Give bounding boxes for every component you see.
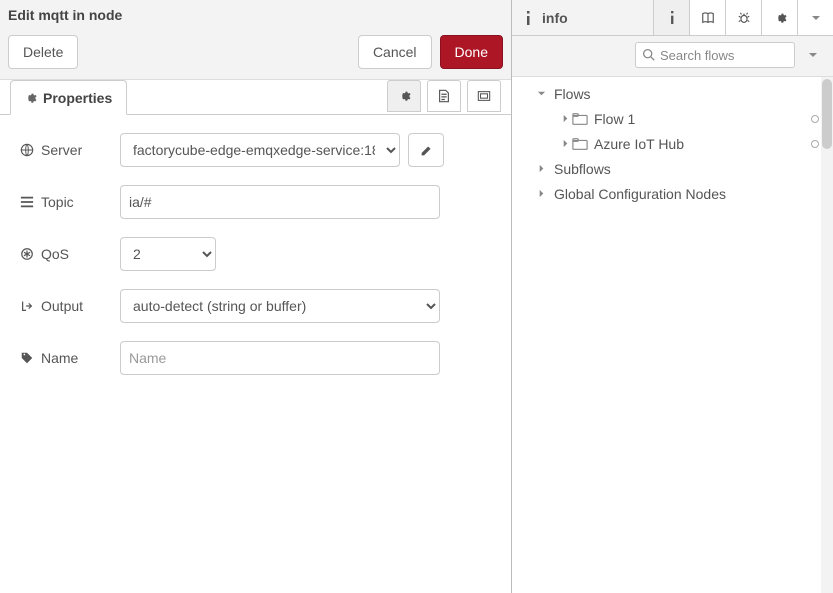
tree-item-label: Flow 1	[594, 111, 811, 127]
sidebar-help-button[interactable]	[689, 0, 725, 35]
caret-right-icon	[534, 164, 548, 173]
search-flows-input[interactable]: Search flows	[635, 42, 795, 68]
qos-select[interactable]: 2	[120, 237, 216, 271]
tree-section-global[interactable]: Global Configuration Nodes	[512, 181, 833, 206]
tree-section-label: Flows	[554, 86, 825, 102]
output-icon	[20, 299, 34, 313]
asterisk-icon	[20, 247, 34, 261]
node-appearance-button[interactable]	[467, 80, 501, 112]
info-icon	[522, 11, 534, 25]
bug-icon	[737, 11, 751, 25]
tree-section-subflows[interactable]: Subflows	[512, 156, 833, 181]
name-input[interactable]	[120, 341, 440, 375]
sidebar-title: info	[542, 10, 568, 26]
search-placeholder: Search flows	[660, 48, 734, 63]
edit-title: Edit mqtt in node	[8, 7, 503, 29]
pencil-icon	[420, 144, 433, 157]
tree-flow-item[interactable]: Azure IoT Hub	[512, 131, 833, 156]
properties-form: Server factorycube-edge-emqxedge-service…	[0, 115, 511, 593]
tag-icon	[20, 351, 34, 365]
node-settings-button[interactable]	[387, 80, 421, 112]
node-description-button[interactable]	[427, 80, 461, 112]
output-select[interactable]: auto-detect (string or buffer)	[120, 289, 440, 323]
server-select[interactable]: factorycube-edge-emqxedge-service:18	[120, 133, 400, 167]
tree-scrollbar[interactable]	[821, 77, 833, 593]
gear-icon	[397, 89, 411, 103]
file-icon	[437, 89, 451, 103]
server-label: Server	[41, 142, 82, 158]
book-icon	[701, 11, 715, 25]
tree-section-label: Subflows	[554, 161, 825, 177]
output-label: Output	[41, 298, 83, 314]
edit-server-button[interactable]	[408, 133, 444, 167]
sidebar-panel: info Search flows	[512, 0, 833, 593]
scrollbar-thumb[interactable]	[822, 79, 832, 149]
search-icon	[642, 48, 655, 61]
caret-right-icon	[534, 189, 548, 198]
tree-flow-item[interactable]: Flow 1	[512, 106, 833, 131]
gear-icon	[773, 11, 787, 25]
edit-tabs: Properties	[0, 79, 511, 115]
tree-section-label: Global Configuration Nodes	[554, 186, 825, 202]
gear-icon	[23, 91, 37, 105]
topic-input[interactable]	[120, 185, 440, 219]
status-dot	[811, 115, 819, 123]
globe-icon	[20, 143, 34, 157]
tree-item-label: Azure IoT Hub	[594, 136, 811, 152]
sidebar-more-button[interactable]	[797, 0, 833, 35]
list-icon	[20, 195, 34, 209]
flow-tab-icon	[572, 112, 588, 126]
sidebar-info-button[interactable]	[653, 0, 689, 35]
tab-properties[interactable]: Properties	[10, 80, 127, 115]
cancel-button[interactable]: Cancel	[358, 35, 432, 69]
delete-button[interactable]: Delete	[8, 35, 78, 69]
done-button[interactable]: Done	[440, 35, 503, 69]
status-dot	[811, 140, 819, 148]
qos-label: QoS	[41, 246, 69, 262]
topic-label: Topic	[41, 194, 74, 210]
search-options-button[interactable]	[801, 42, 825, 68]
sidebar-debug-button[interactable]	[725, 0, 761, 35]
flow-tab-icon	[572, 137, 588, 151]
caret-right-icon	[558, 114, 572, 123]
caret-down-icon	[534, 89, 548, 98]
caret-down-icon	[808, 50, 818, 60]
tree-section-flows[interactable]: Flows	[512, 81, 833, 106]
flows-tree: Flows Flow 1 Azure IoT Hub Subflows Glob	[512, 77, 833, 593]
caret-right-icon	[558, 139, 572, 148]
sidebar-config-button[interactable]	[761, 0, 797, 35]
tab-properties-label: Properties	[43, 90, 112, 106]
name-label: Name	[41, 350, 78, 366]
appearance-icon	[477, 89, 491, 103]
caret-down-icon	[811, 13, 821, 23]
edit-panel: Edit mqtt in node Delete Cancel Done Pro…	[0, 0, 512, 593]
info-icon	[667, 11, 677, 24]
